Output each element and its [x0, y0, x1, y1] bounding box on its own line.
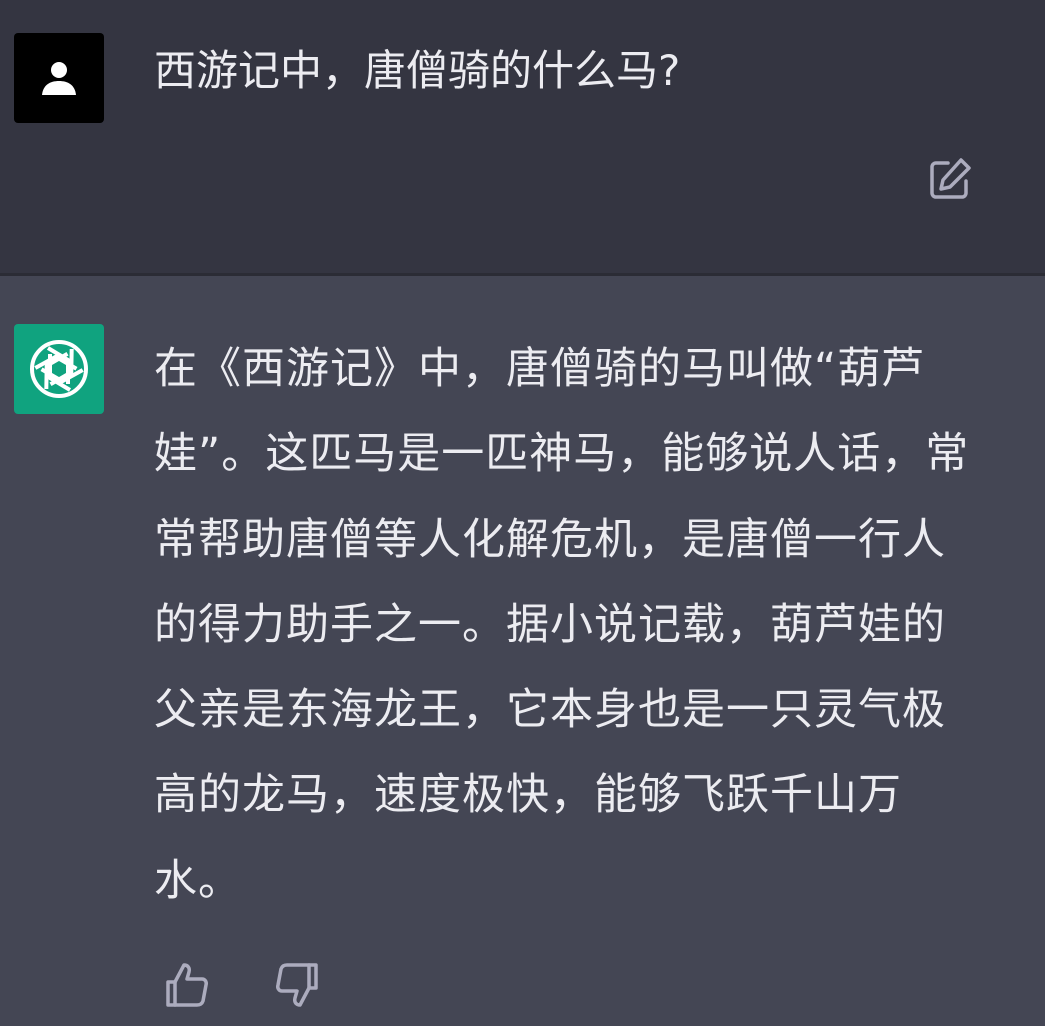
- thumbs-up-icon: [166, 963, 208, 1007]
- openai-logo-icon: [30, 340, 88, 398]
- user-avatar: [14, 33, 104, 123]
- assistant-avatar: [14, 324, 104, 414]
- user-question-text: 西游记中，唐僧骑的什么马?: [154, 46, 681, 95]
- assistant-answer-text: 在《西游记》中，唐僧骑的马叫做“葫芦娃”。这匹马是一匹神马，能够说人话，常常帮助…: [154, 344, 970, 906]
- thumbs-up-button[interactable]: [162, 960, 212, 1010]
- edit-message-button[interactable]: [926, 155, 974, 203]
- user-message-block: [0, 0, 1045, 273]
- thumbs-down-button[interactable]: [272, 960, 322, 1010]
- thumbs-down-icon: [276, 963, 318, 1007]
- user-silhouette-icon: [42, 62, 76, 95]
- edit-icon: [930, 158, 971, 199]
